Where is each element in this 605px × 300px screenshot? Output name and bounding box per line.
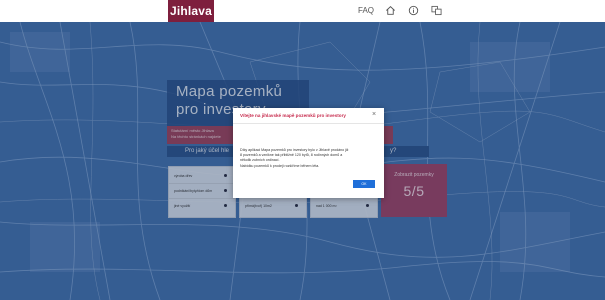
ok-button[interactable]: OK: [353, 180, 375, 188]
dialog-divider: [233, 123, 384, 124]
brand-logo[interactable]: Jihlava: [168, 0, 214, 22]
top-bar: Jihlava FAQ: [0, 0, 605, 22]
page: Mapa pozemků pro investory Statutární mě…: [0, 0, 605, 300]
dialog-title: Vítejte na jihlavské mapě pozemků pro in…: [240, 113, 346, 118]
info-icon[interactable]: [408, 5, 419, 16]
dialog-text-line: Nabídku pozemků k prodeji rozšíříme běhe…: [240, 163, 320, 168]
home-icon[interactable]: [385, 5, 396, 16]
welcome-dialog: Vítejte na jihlavské mapě pozemků pro in…: [233, 108, 384, 198]
faq-link[interactable]: FAQ: [358, 4, 374, 18]
dialog-body: Díky aplikaci Mapa pozemků pro investory…: [240, 148, 378, 169]
language-icon[interactable]: [431, 5, 442, 16]
close-icon[interactable]: ×: [370, 111, 378, 119]
